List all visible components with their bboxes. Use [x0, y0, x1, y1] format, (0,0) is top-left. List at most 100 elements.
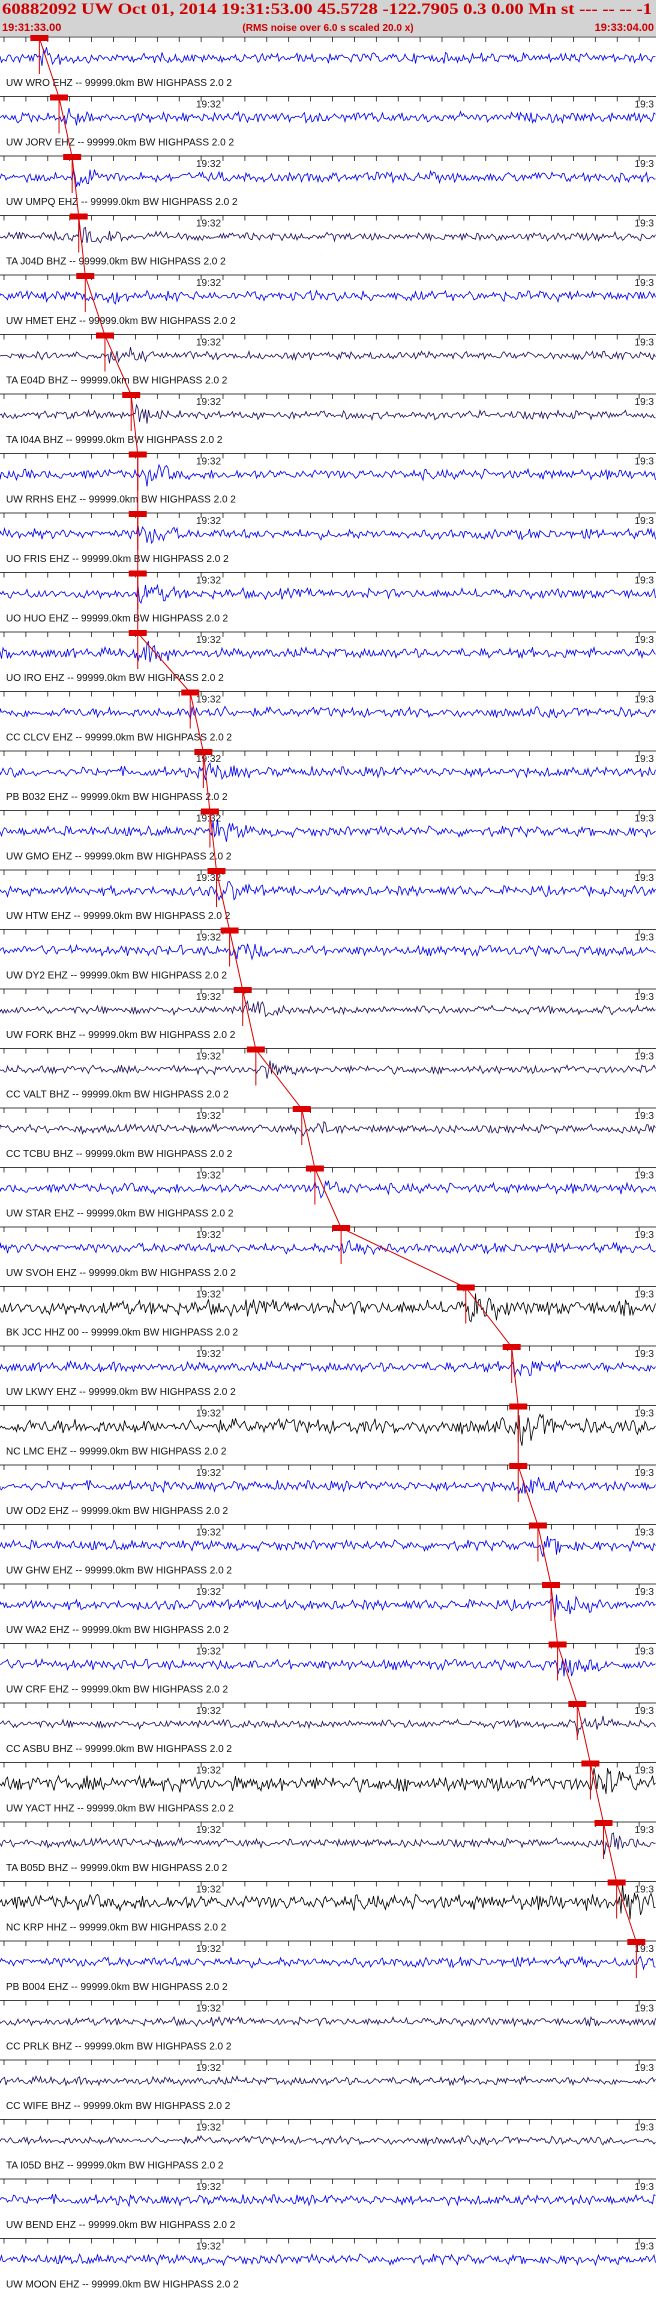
waveform: [0, 289, 656, 305]
waveform: [0, 1239, 656, 1256]
station-label: TA I05D BHZ -- 99999.0km BW HIGHPASS 2.0…: [6, 2161, 224, 2172]
trace-row: 19:32 19:3 UW CRF EHZ -- 99999.0km BW HIGH…: [0, 1641, 656, 1696]
trace-row: 19:32 19:3 UW DY2 EHZ -- 99999.0km BW HIGH…: [0, 927, 656, 982]
trace-row: 19:32 19:3 UW MOON EHZ -- 99999.0km BW HIG…: [0, 2238, 656, 2291]
time-label: 19:32: [196, 695, 221, 706]
waveform: [0, 2015, 656, 2028]
waveform: [0, 169, 656, 187]
waveform: [0, 762, 656, 781]
time-label: 19:32: [196, 1825, 221, 1836]
time-label: 19:32: [196, 1528, 221, 1539]
time-label: 19:32: [196, 457, 221, 468]
waveform: [0, 47, 656, 66]
station-label: UW DY2 EHZ -- 99999.0km BW HIGHPASS 2.0 …: [6, 971, 227, 982]
waveform: [0, 1882, 656, 1920]
trace-row: 19:32 19:3 CC TCBU BHZ -- 99999.0km BW HIG…: [0, 1106, 656, 1160]
station-label: UO HUO EHZ -- 99999.0km BW HIGHPASS 2.0 …: [6, 614, 229, 625]
station-label: NC KRP HHZ -- 99999.0km BW HIGHPASS 2.0 …: [6, 1923, 227, 1934]
time-label-right: 19:3: [635, 576, 655, 587]
trace-row: 19:32 19:3 UW HMET EHZ -- 99999.0km BW HIG…: [0, 273, 656, 327]
station-label: NC LMC EHZ -- 99999.0km BW HIGHPASS 2.0 …: [6, 1447, 227, 1458]
time-label-right: 19:3: [635, 1409, 655, 1420]
time-label-right: 19:3: [635, 2123, 655, 2134]
trace-row: 19:32 19:3 UW WA2 EHZ -- 99999.0km BW HIGH…: [0, 1582, 656, 1636]
time-label-right: 19:3: [635, 219, 655, 230]
time-label: 19:32: [196, 1230, 221, 1241]
trace-row: 19:32 19:3 UW FORK BHZ -- 99999.0km BW HIG…: [0, 987, 656, 1041]
station-label: UW UMPQ EHZ -- 99999.0km BW HIGHPASS 2.0…: [6, 197, 238, 208]
waveform: [0, 1413, 656, 1446]
station-label: UW MOON EHZ -- 99999.0km BW HIGHPASS 2.0…: [6, 2280, 239, 2291]
event-title: 60882092 UW Oct 01, 2014 19:31:53.00 45.…: [2, 1, 652, 18]
time-label-right: 19:3: [635, 1766, 655, 1777]
trace-row: 19:32 19:3 UW SVOH EHZ -- 99999.0km BW HIG…: [0, 1225, 656, 1279]
station-label: UW BEND EHZ -- 99999.0km BW HIGHPASS 2.0…: [6, 2220, 236, 2231]
station-label: UW OD2 EHZ -- 99999.0km BW HIGHPASS 2.0 …: [6, 1506, 229, 1517]
trace-row: 19:32 19:3 UW STAR EHZ -- 99999.0km BW HIG…: [0, 1165, 656, 1220]
station-label: PB B004 EHZ -- 99999.0km BW HIGHPASS 2.0…: [6, 1982, 228, 1993]
trace-row: 19:32 19:3NC KRP HHZ -- 99999.0km BW HIGH…: [0, 1879, 656, 1934]
time-label-right: 19:3: [635, 1944, 655, 1955]
time-label-right: 19:3: [635, 2182, 655, 2193]
station-label: UW CRF EHZ -- 99999.0km BW HIGHPASS 2.0 …: [6, 1685, 229, 1696]
waveform: [0, 403, 656, 424]
time-label-right: 19:3: [635, 159, 655, 170]
station-label: TA E04D BHZ -- 99999.0km BW HIGHPASS 2.0…: [6, 376, 228, 387]
time-label-right: 19:3: [635, 2242, 655, 2253]
time-label: 19:32: [196, 1647, 221, 1658]
time-label: 19:32: [196, 100, 221, 111]
station-label: UW WA2 EHZ -- 99999.0km BW HIGHPASS 2.0 …: [6, 1625, 229, 1636]
time-label-right: 19:3: [635, 1111, 655, 1122]
waveform: [0, 1594, 656, 1617]
waveform: [0, 583, 656, 604]
trace-row: 19:32 19:3 UW OD2 EHZ -- 99999.0km BW HIGH…: [0, 1463, 656, 1517]
time-label-right: 19:3: [635, 1290, 655, 1301]
time-label-right: 19:3: [635, 338, 655, 349]
time-label: 19:32: [196, 1706, 221, 1717]
time-label: 19:32: [196, 1468, 221, 1479]
trace-row: 19:32 19:3 UW JORV EHZ -- 99999.0km BW HIG…: [0, 94, 656, 149]
trace-row: 19:32 19:3 UW UMPQ EHZ -- 99999.0km BW HIG…: [0, 154, 656, 208]
time-label-right: 19:3: [635, 1171, 655, 1182]
station-label: TA I04A BHZ -- 99999.0km BW HIGHPASS 2.0…: [6, 435, 223, 446]
time-label: 19:32: [196, 2123, 221, 2134]
time-label: 19:32: [196, 397, 221, 408]
waveform: [0, 1120, 656, 1137]
time-label: 19:32: [196, 1409, 221, 1420]
waveform: [0, 1832, 656, 1855]
station-label: CC ASBU BHZ -- 99999.0km BW HIGHPASS 2.0…: [6, 1744, 232, 1755]
trace-row: 19:32 19:3 CC CLCV EHZ -- 99999.0km BW HIG…: [0, 689, 656, 744]
time-label-right: 19:3: [635, 1587, 655, 1598]
trace-row: 19:32 19:3UW HTW EHZ -- 99999.0km BW HIGH…: [0, 868, 656, 922]
station-label: CC VALT BHZ -- 99999.0km BW HIGHPASS 2.0…: [6, 1090, 229, 1101]
trace-row: 19:32 19:3UW GMO EHZ -- 99999.0km BW HIGH…: [0, 808, 656, 863]
trace-row: 19:32 19:3 BK JCC HHZ 00 -- 99999.0km BW H…: [0, 1284, 656, 1339]
trace-row: 19:32 19:3 UO FRIS EHZ -- 99999.0km BW HIG…: [0, 511, 656, 565]
time-label-right: 19:3: [635, 992, 655, 1003]
time-label-right: 19:3: [635, 2004, 655, 2015]
time-label-right: 19:3: [635, 1825, 655, 1836]
time-label-right: 19:3: [635, 1052, 655, 1063]
waveform: [0, 1180, 656, 1199]
time-label: 19:32: [196, 635, 221, 646]
trace-row: 19:32 19:3 CC VALT BHZ -- 99999.0km BW HIG…: [0, 1046, 656, 1101]
seismogram-plot: 60882092 UW Oct 01, 2014 19:31:53.00 45.…: [0, 0, 656, 2291]
time-label-right: 19:3: [635, 457, 655, 468]
station-label: CC CLCV EHZ -- 99999.0km BW HIGHPASS 2.0…: [6, 733, 232, 744]
time-label: 19:32: [196, 278, 221, 289]
time-label-right: 19:3: [635, 2063, 655, 2074]
trace-row: UW WRO EHZ -- 99999.0km BW HIGHPASS 2.0 …: [0, 35, 656, 89]
trace-row: 19:32 19:3 UW BEND EHZ -- 99999.0km BW HIG…: [0, 2178, 656, 2231]
time-label-right: 19:3: [635, 1349, 655, 1360]
trace-row: 19:32 19:3 TA J04D BHZ -- 99999.0km BW HIG…: [0, 213, 656, 268]
station-label: CC WIFE BHZ -- 99999.0km BW HIGHPASS 2.0…: [6, 2101, 231, 2112]
time-label: 19:32: [196, 1052, 221, 1063]
trace-row: 19:32 19:3 UO HUO EHZ -- 99999.0km BW HIGH…: [0, 570, 656, 625]
waveform: [0, 999, 656, 1018]
noise-note: (RMS noise over 6.0 s scaled 20.0 x): [242, 23, 413, 34]
time-label: 19:32: [196, 933, 221, 944]
time-label-right: 19:3: [635, 1230, 655, 1241]
time-label-right: 19:3: [635, 933, 655, 944]
station-label: UW RRHS EHZ -- 99999.0km BW HIGHPASS 2.0…: [6, 495, 236, 506]
trace-row: 19:32 19:3 NC LMC EHZ -- 99999.0km BW HIGH…: [0, 1403, 656, 1458]
